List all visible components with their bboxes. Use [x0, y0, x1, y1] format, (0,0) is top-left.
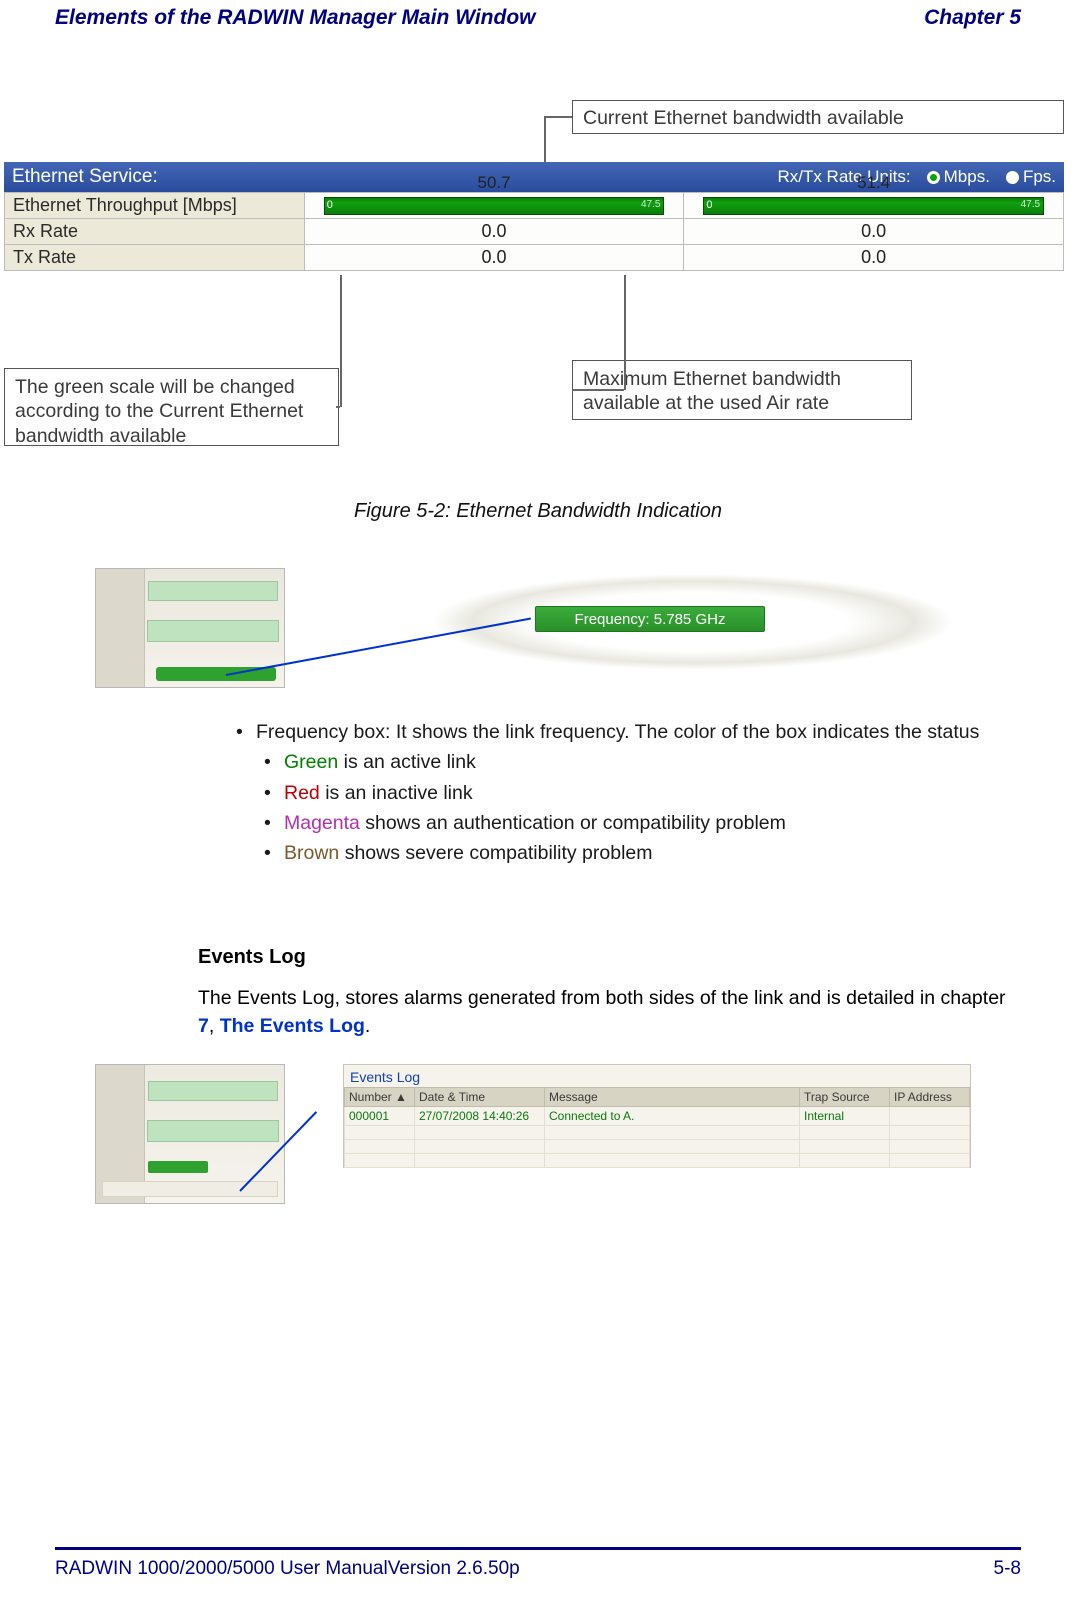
bullet-frequency-box: Frequency box: It shows the link frequen…: [232, 718, 1016, 746]
manager-thumbnail-2: [95, 1064, 285, 1204]
bullet-brown-rest: shows severe compatibility problem: [339, 842, 652, 864]
col-message[interactable]: Message: [545, 1088, 800, 1107]
callout-current-bandwidth: Current Ethernet bandwidth available: [572, 100, 1064, 134]
row-throughput-label: Ethernet Throughput [Mbps]: [5, 193, 305, 219]
footer-manual-title: RADWIN 1000/2000/5000 User Manual: [55, 1558, 388, 1579]
callout-connector: [544, 116, 572, 118]
bullet-red-rest: is an inactive link: [320, 782, 473, 804]
tx-value-2: 0.0: [684, 245, 1064, 271]
bullet-green: Green is an active link: [260, 748, 1016, 776]
bandwidth-bar-2: 0 47.5: [703, 197, 1044, 215]
color-word-brown: Brown: [284, 842, 339, 864]
header-section-title: Elements of the RADWIN Manager Main Wind…: [55, 6, 536, 30]
callout-connector: [572, 389, 624, 391]
bandwidth-bar-1: 0 47.5: [324, 197, 665, 215]
events-log-link[interactable]: The Events Log: [220, 1015, 365, 1037]
callout-connector: [624, 275, 626, 390]
col-number[interactable]: Number ▲: [345, 1088, 415, 1107]
col-ip-address[interactable]: IP Address: [890, 1088, 970, 1107]
tx-value-1: 0.0: [304, 245, 684, 271]
period: .: [365, 1015, 370, 1037]
footer-page-number: 5-8: [994, 1558, 1021, 1580]
chapter-7-link[interactable]: 7: [198, 1015, 209, 1037]
col-datetime[interactable]: Date & Time: [415, 1088, 545, 1107]
figure-events-log-zoom: Events Log Number ▲ Date & Time Message …: [95, 1064, 975, 1214]
events-row[interactable]: 000001 27/07/2008 14:40:26 Connected to …: [345, 1107, 970, 1126]
row-tx-label: Tx Rate: [5, 245, 305, 271]
bullet-magenta: Magenta shows an authentication or compa…: [260, 809, 1016, 837]
bar-start-tick: 0: [706, 199, 712, 211]
col-trap-source[interactable]: Trap Source: [800, 1088, 890, 1107]
bullet-red: Red is an inactive link: [260, 779, 1016, 807]
thumbnail-freq-bar: [148, 1161, 208, 1173]
events-log-panel: Events Log Number ▲ Date & Time Message …: [343, 1064, 971, 1168]
events-table: Number ▲ Date & Time Message Trap Source…: [344, 1087, 970, 1168]
footer-rule: [55, 1547, 1021, 1550]
row-rx-label: Rx Rate: [5, 219, 305, 245]
cell-datetime: 27/07/2008 14:40:26: [415, 1107, 545, 1126]
figure-ethernet-bandwidth: Current Ethernet bandwidth available Eth…: [4, 100, 1064, 485]
cell-number: 000001: [345, 1107, 415, 1126]
figure-frequency-zoom: Frequency: 5.785 GHz: [95, 568, 975, 698]
footer-version: Version 2.6.50p: [388, 1558, 520, 1579]
cell-message: Connected to A.: [545, 1107, 800, 1126]
frequency-description: Frequency box: It shows the link frequen…: [232, 716, 1016, 869]
frequency-pill: Frequency: 5.785 GHz: [535, 606, 765, 632]
color-word-green: Green: [284, 751, 338, 773]
callout-connector: [336, 406, 340, 408]
service-bar-left-label: Ethernet Service:: [12, 166, 158, 188]
thumbnail-events-row: [102, 1181, 278, 1197]
cell-ip: [890, 1107, 970, 1126]
header-chapter: Chapter 5: [924, 6, 1021, 30]
bullet-green-rest: is an active link: [338, 751, 476, 773]
comma-sep: ,: [209, 1015, 220, 1037]
heading-events-log: Events Log: [198, 946, 306, 969]
color-word-magenta: Magenta: [284, 812, 360, 834]
bar-end-tick: 47.5: [1021, 199, 1040, 210]
figure-caption-5-2: Figure 5-2: Ethernet Bandwidth Indicatio…: [0, 500, 1076, 523]
throughput-value-2: 51.4: [684, 173, 1063, 193]
events-panel-title: Events Log: [344, 1065, 970, 1087]
bullet-magenta-rest: shows an authentication or compatibility…: [360, 812, 786, 834]
paragraph-events-log: The Events Log, stores alarms generated …: [198, 984, 1016, 1041]
ethernet-table: Ethernet Throughput [Mbps] 50.7 0 47.5 5…: [4, 192, 1064, 271]
rx-value-1: 0.0: [304, 219, 684, 245]
color-word-red: Red: [284, 782, 320, 804]
rx-value-2: 0.0: [684, 219, 1064, 245]
bar-end-tick: 47.5: [641, 199, 660, 210]
footer-left: RADWIN 1000/2000/5000 User ManualVersion…: [55, 1558, 520, 1580]
events-para-text: The Events Log, stores alarms generated …: [198, 987, 1006, 1009]
bullet-brown: Brown shows severe compatibility problem: [260, 839, 1016, 867]
callout-connector: [340, 275, 342, 407]
bar-start-tick: 0: [327, 199, 333, 211]
callout-green-scale: The green scale will be changed accordin…: [4, 368, 339, 446]
cell-trap-source: Internal: [800, 1107, 890, 1126]
throughput-value-1: 50.7: [305, 173, 684, 193]
